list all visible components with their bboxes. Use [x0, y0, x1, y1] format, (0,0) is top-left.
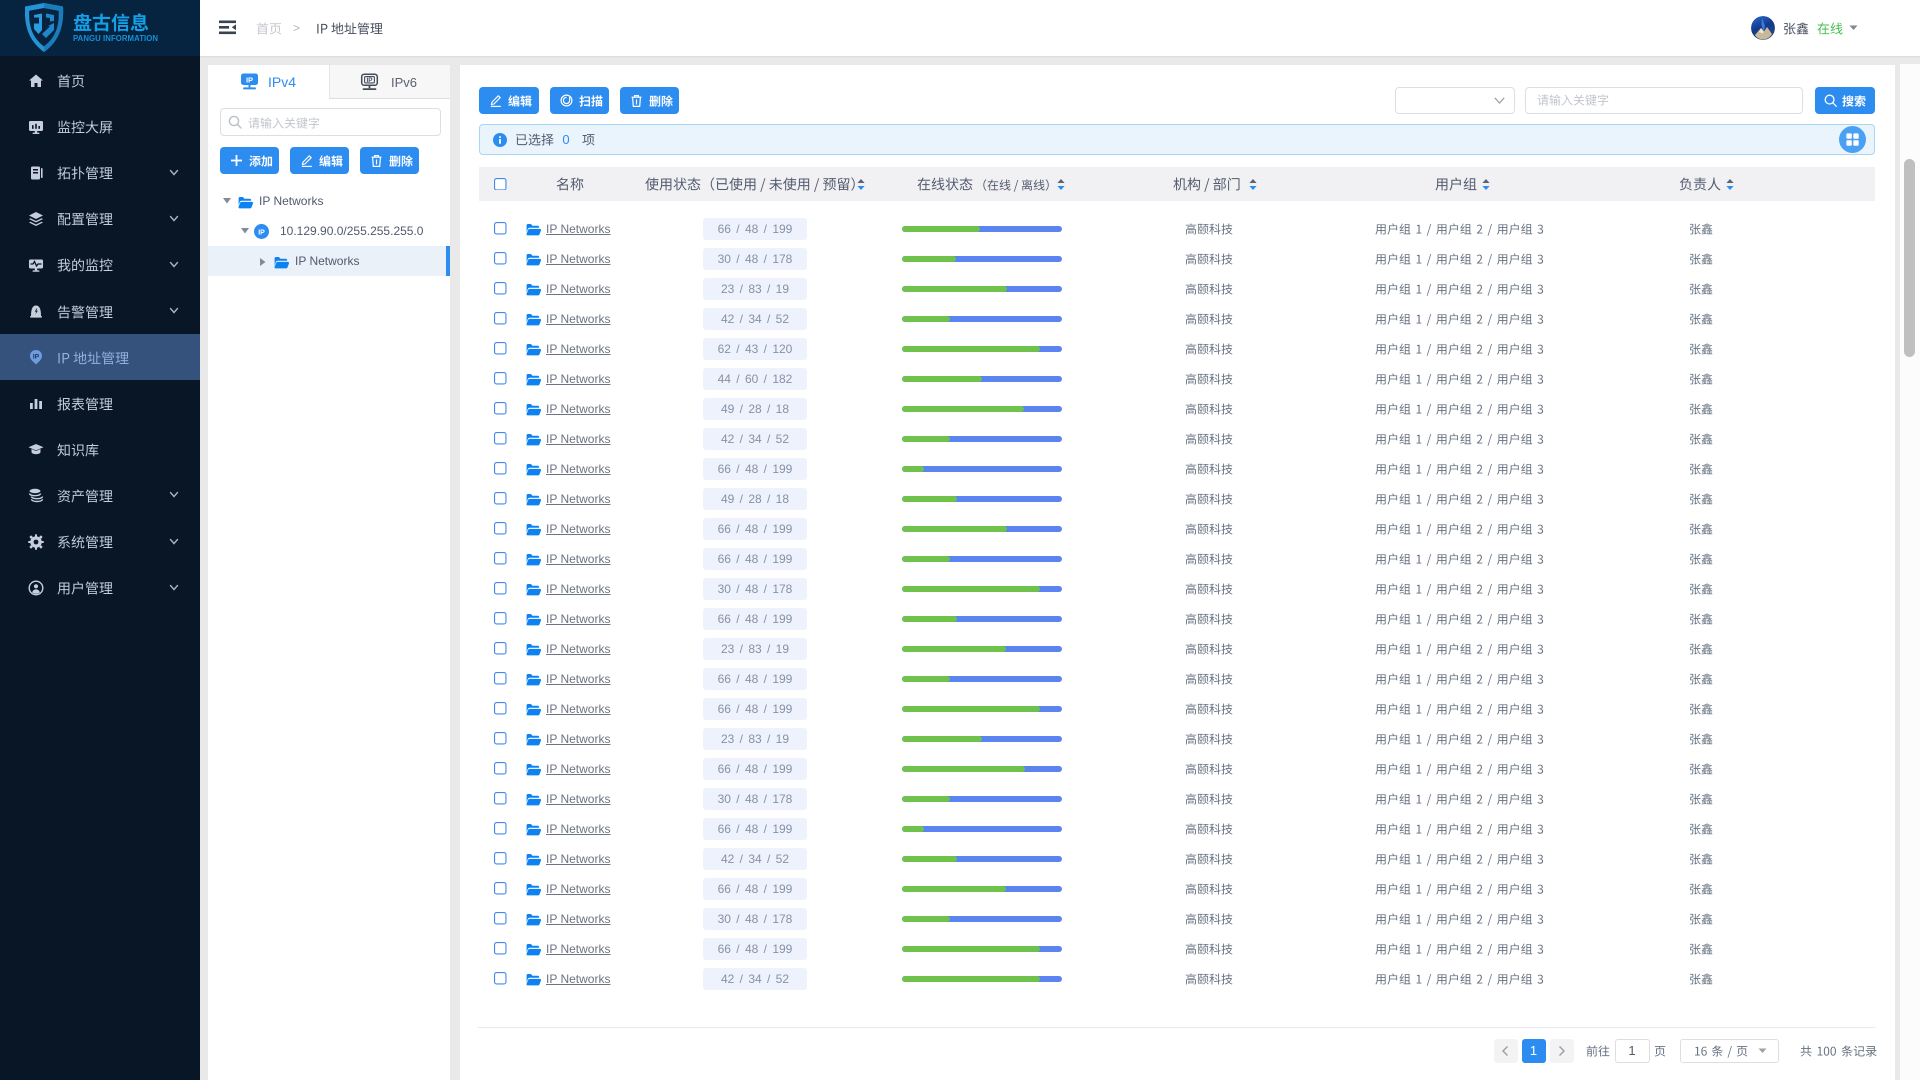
svg-text:IP: IP	[366, 77, 373, 84]
svg-text:IP: IP	[258, 229, 265, 236]
svg-text:IP: IP	[246, 75, 253, 84]
svg-text:IP: IP	[33, 353, 40, 360]
